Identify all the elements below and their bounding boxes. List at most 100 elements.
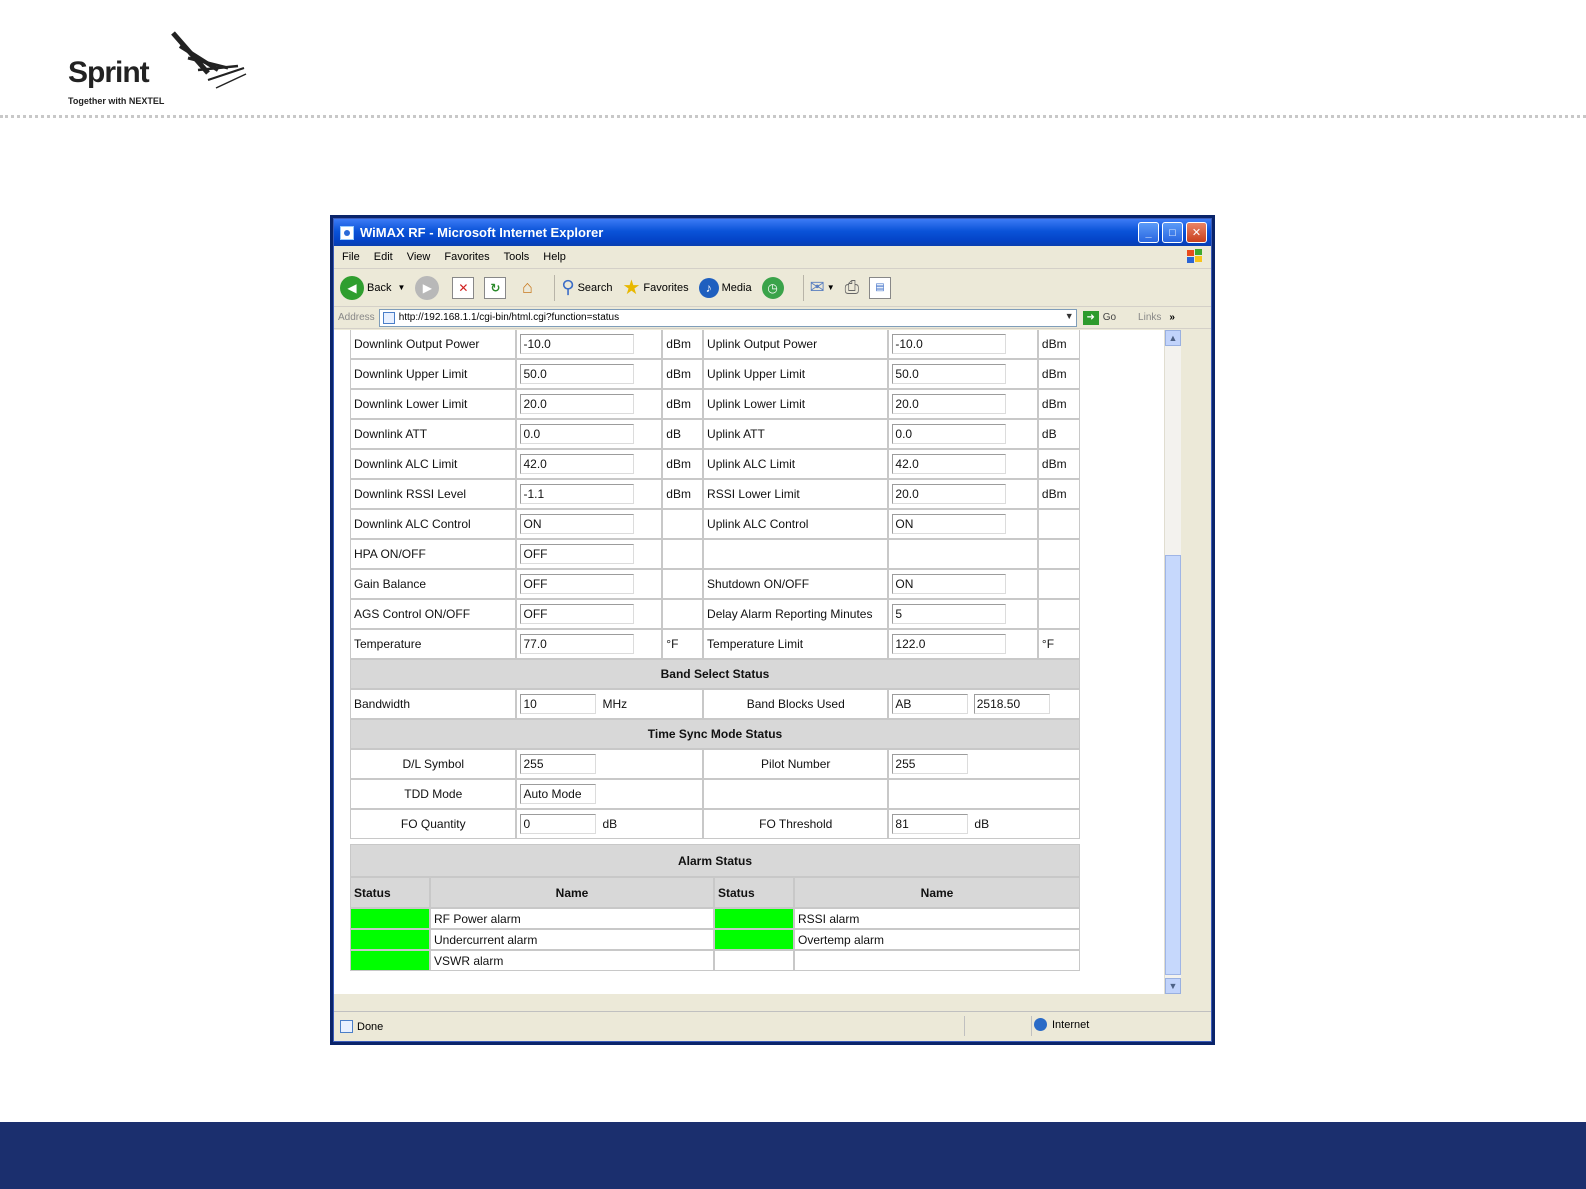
param-label: Downlink Upper Limit	[350, 359, 517, 389]
param-value-field[interactable]: ON	[520, 514, 635, 534]
address-dropdown-icon[interactable]: ▼	[1065, 311, 1074, 321]
param-value-field[interactable]: -1.1	[520, 484, 635, 504]
fo-threshold-field[interactable]: 81	[892, 814, 969, 834]
param-label: Uplink Output Power	[703, 330, 889, 359]
minimize-button[interactable]: _	[1138, 222, 1159, 243]
param-label: Downlink ATT	[350, 419, 517, 449]
pilot-number-field[interactable]: 255	[892, 754, 969, 774]
param-value-field[interactable]: ON	[892, 514, 1007, 534]
edit-button[interactable]: ▤	[869, 276, 892, 299]
param-unit: dBm	[1037, 389, 1080, 419]
mail-button[interactable]: ✉ ▼	[810, 277, 835, 298]
menu-help[interactable]: Help	[543, 251, 566, 263]
fo-quantity-unit: dB	[602, 817, 618, 831]
scroll-up-icon[interactable]: ▲	[1165, 330, 1181, 346]
param-value-field[interactable]: ON	[892, 574, 1007, 594]
links-button[interactable]: Links	[1138, 312, 1161, 323]
param-value-field[interactable]: 122.0	[892, 634, 1007, 654]
name-header: Name	[794, 877, 1080, 908]
scroll-down-icon[interactable]: ▼	[1165, 978, 1181, 994]
favorites-label: Favorites	[643, 281, 689, 294]
param-label: Temperature Limit	[703, 629, 889, 659]
bandwidth-field[interactable]: 10	[520, 694, 597, 714]
param-label: Downlink RSSI Level	[350, 479, 517, 509]
tdd-mode-field[interactable]: Auto Mode	[520, 784, 597, 804]
go-button[interactable]: ➜ Go	[1082, 310, 1116, 325]
param-value-field[interactable]: OFF	[520, 604, 635, 624]
param-value-field[interactable]: 20.0	[520, 394, 635, 414]
menu-view[interactable]: View	[407, 251, 431, 263]
alarm-name: RF Power alarm	[430, 908, 714, 929]
alarm-section-header: Alarm Status	[350, 844, 1080, 877]
param-value-field[interactable]: 5	[892, 604, 1007, 624]
forward-button[interactable]: ▶	[415, 275, 442, 300]
param-unit: dBm	[662, 330, 704, 359]
fo-threshold-label: FO Threshold	[703, 809, 889, 839]
alarm-name: VSWR alarm	[430, 950, 714, 971]
alarm-name: Overtemp alarm	[794, 929, 1080, 950]
param-value-field[interactable]: 20.0	[892, 394, 1007, 414]
param-value-field[interactable]: 20.0	[892, 484, 1007, 504]
param-value-field[interactable]: 77.0	[520, 634, 635, 654]
mail-dropdown-icon[interactable]: ▼	[827, 283, 835, 292]
alarm-name: RSSI alarm	[794, 908, 1080, 929]
menu-file[interactable]: File	[342, 251, 360, 263]
maximize-button[interactable]: □	[1162, 222, 1183, 243]
band-blocks-field[interactable]: AB	[892, 694, 969, 714]
star-icon: ★	[622, 277, 641, 299]
param-value-field[interactable]: 50.0	[892, 364, 1007, 384]
printer-icon: ⎙	[844, 277, 860, 297]
table-row: Downlink ALC Limit 42.0 dBm Uplink ALC Limi…	[350, 449, 1080, 479]
param-unit	[662, 509, 704, 539]
menu-edit[interactable]: Edit	[374, 251, 393, 263]
page-viewport: Downlink Output Power -10.0 dBm Uplink Outp…	[334, 330, 1179, 994]
band-frequency-field[interactable]: 2518.50	[973, 694, 1050, 714]
address-input[interactable]: http://192.168.1.1/cgi-bin/html.cgi?func…	[378, 308, 1077, 327]
edit-page-icon: ▤	[869, 276, 892, 299]
media-label: Media	[721, 281, 752, 294]
search-button[interactable]: ⚲ Search	[561, 277, 612, 298]
fo-quantity-field[interactable]: 0	[520, 814, 597, 834]
param-value-field[interactable]: OFF	[520, 574, 635, 594]
alarm-status-indicator	[350, 950, 430, 971]
param-label: Shutdown ON/OFF	[703, 569, 889, 599]
param-value-field[interactable]: OFF	[520, 544, 635, 564]
param-value-field[interactable]: 0.0	[520, 424, 635, 444]
dl-symbol-field[interactable]: 255	[520, 754, 597, 774]
param-value-field[interactable]: 42.0	[520, 454, 635, 474]
history-button[interactable]: ◷	[761, 276, 787, 299]
param-unit	[1037, 599, 1080, 629]
back-button[interactable]: ◀ Back ▼	[340, 275, 405, 300]
menu-favorites[interactable]: Favorites	[444, 251, 489, 263]
status-bar: Done Internet	[334, 1011, 1211, 1041]
param-value-field[interactable]: 0.0	[892, 424, 1007, 444]
title-bar[interactable]: WiMAX RF - Microsoft Internet Explorer _…	[334, 219, 1211, 246]
table-row: Temperature 77.0 °F Temperature Limit 122.0 °…	[350, 629, 1080, 659]
param-value-field[interactable]: 42.0	[892, 454, 1007, 474]
ie-icon	[340, 225, 354, 240]
home-button[interactable]: ⌂	[516, 277, 538, 299]
chevron-right-icon[interactable]: »	[1169, 312, 1175, 323]
band-blocks-label: Band Blocks Used	[703, 689, 889, 719]
favorites-button[interactable]: ★ Favorites	[622, 275, 688, 300]
logo-word: Sprint	[68, 56, 150, 89]
band-section-header: Band Select Status	[350, 659, 1080, 689]
vertical-scrollbar[interactable]: ▲ ▼	[1164, 330, 1181, 994]
param-label: Uplink ATT	[703, 419, 889, 449]
browser-window: WiMAX RF - Microsoft Internet Explorer _…	[330, 215, 1215, 1045]
refresh-button[interactable]: ↻	[484, 276, 507, 299]
media-button[interactable]: ♪ Media	[698, 277, 752, 298]
close-button[interactable]: ✕	[1186, 222, 1207, 243]
param-unit: dBm	[662, 449, 704, 479]
status-header: Status	[350, 877, 430, 908]
menu-tools[interactable]: Tools	[504, 251, 530, 263]
scroll-thumb[interactable]	[1165, 555, 1181, 975]
table-row: Downlink ALC Control ON Uplink ALC Control…	[350, 509, 1080, 539]
param-value-field[interactable]: -10.0	[892, 334, 1007, 354]
back-dropdown-icon[interactable]: ▼	[397, 283, 405, 292]
print-button[interactable]: ⎙	[845, 277, 859, 298]
table-row: D/L Symbol 255 Pilot Number 255	[350, 749, 1080, 779]
param-value-field[interactable]: 50.0	[520, 364, 635, 384]
param-value-field[interactable]: -10.0	[520, 334, 635, 354]
stop-button[interactable]: ✕	[452, 276, 475, 299]
